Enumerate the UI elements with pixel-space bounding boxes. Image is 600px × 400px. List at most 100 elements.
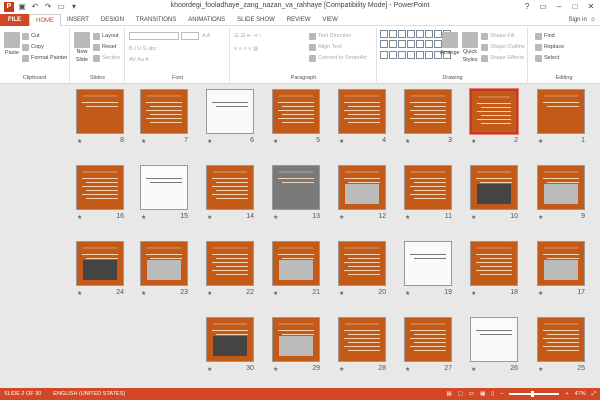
slide-thumbnail[interactable] <box>272 241 320 286</box>
font-style-buttons[interactable]: B I U S abc <box>129 45 157 53</box>
thumb-text-line <box>212 178 248 179</box>
arrange-button[interactable]: Arrange <box>440 32 460 57</box>
zoom-out-icon[interactable]: – <box>500 391 503 397</box>
new-slide-button[interactable]: New Slide <box>74 32 90 64</box>
sign-in-link[interactable]: Sign in <box>569 14 587 26</box>
slide-thumbnail[interactable] <box>76 89 124 134</box>
shape-outline-button[interactable]: Shape Outline <box>481 43 525 51</box>
thumb-image-icon <box>213 336 247 356</box>
sorter-view-icon[interactable]: ▦ <box>480 391 485 397</box>
font-name-box[interactable] <box>129 32 179 40</box>
thumb-title-line <box>345 247 379 249</box>
format-painter-button[interactable]: Format Painter <box>22 54 67 62</box>
slide-thumbnail[interactable] <box>140 165 188 210</box>
tab-design[interactable]: DESIGN <box>95 14 130 26</box>
thumb-title-line <box>213 95 247 97</box>
tab-transitions[interactable]: TRANSITIONS <box>130 14 182 26</box>
slide-thumbnail[interactable] <box>537 89 585 134</box>
zoom-in-icon[interactable]: + <box>565 391 568 397</box>
reading-view-icon[interactable]: ▯ <box>491 391 494 397</box>
font-color-buttons[interactable]: AV Aa A <box>129 56 149 64</box>
convert-smartart-button[interactable]: Convert to SmartArt <box>309 54 367 62</box>
tab-file[interactable]: FILE <box>0 13 29 26</box>
comments-icon[interactable]: ▢ <box>458 391 463 397</box>
help-icon[interactable]: ? <box>520 0 534 13</box>
select-button[interactable]: Select <box>535 54 559 62</box>
ribbon-display-icon[interactable]: ▭ <box>536 0 550 13</box>
tab-slide-show[interactable]: SLIDE SHOW <box>231 14 281 26</box>
slide-thumbnail[interactable] <box>470 165 518 210</box>
fit-window-icon[interactable]: ⤢ <box>592 391 596 398</box>
shape-effects-button[interactable]: Shape Effects <box>481 54 524 62</box>
slide-thumbnail[interactable] <box>76 165 124 210</box>
shape-fill-button[interactable]: Shape Fill <box>481 32 514 40</box>
tab-insert[interactable]: INSERT <box>61 14 95 26</box>
undo-icon[interactable]: ↶ <box>30 2 40 12</box>
thumb-text-line <box>477 103 511 104</box>
slide-thumbnail[interactable] <box>404 89 452 134</box>
slide-number: 14 <box>246 213 254 220</box>
slide-thumbnail[interactable] <box>206 89 254 134</box>
animation-star-icon: ★ <box>77 139 83 145</box>
slide-thumbnail[interactable] <box>272 165 320 210</box>
tab-review[interactable]: REVIEW <box>281 14 317 26</box>
list-buttons[interactable]: ☰ ☰ ⇤ ⇥ ↕ <box>234 32 262 40</box>
slide-thumbnail[interactable] <box>272 317 320 362</box>
zoom-level[interactable]: 47% <box>575 391 586 397</box>
paste-button[interactable]: Paste <box>4 32 20 57</box>
reset-button[interactable]: Reset <box>93 43 116 51</box>
slide-thumbnail[interactable] <box>470 241 518 286</box>
slide-thumbnail[interactable] <box>404 317 452 362</box>
thumb-text-line <box>480 274 512 275</box>
font-grow-shrink[interactable]: A A <box>202 32 210 40</box>
thumb-text-line <box>547 182 579 183</box>
slide-thumbnail[interactable] <box>206 165 254 210</box>
redo-icon[interactable]: ↷ <box>43 2 53 12</box>
replace-button[interactable]: Replace <box>535 43 564 51</box>
slide-thumbnail[interactable] <box>140 89 188 134</box>
slide-thumbnail[interactable] <box>272 89 320 134</box>
slide-number: 19 <box>444 289 452 296</box>
tab-home[interactable]: HOME <box>29 13 61 26</box>
tab-view[interactable]: VIEW <box>317 14 344 26</box>
slide-thumbnail[interactable] <box>338 89 386 134</box>
zoom-slider[interactable] <box>509 391 560 397</box>
font-size-box[interactable] <box>181 32 199 40</box>
notes-icon[interactable]: ▤ <box>446 391 451 397</box>
close-button[interactable]: ✕ <box>584 0 598 13</box>
slide-thumbnail[interactable] <box>470 317 518 362</box>
quick-access-more-icon[interactable]: ▾ <box>69 2 79 12</box>
slide-thumbnail[interactable] <box>537 241 585 286</box>
slide-thumbnail[interactable] <box>206 317 254 362</box>
align-text-button[interactable]: Align Text <box>309 43 342 51</box>
layout-button[interactable]: Layout <box>93 32 119 40</box>
quick-styles-button[interactable]: Quick Styles <box>462 32 478 64</box>
shape-effects-icon <box>481 54 488 62</box>
slide-thumbnail[interactable] <box>404 241 452 286</box>
slide-thumbnail[interactable] <box>206 241 254 286</box>
slide-thumbnail[interactable] <box>469 88 519 135</box>
align-buttons[interactable]: ≡ ≡ ≡ ≡ ▥ <box>234 45 258 53</box>
save-icon[interactable]: ▣ <box>17 2 27 12</box>
minimize-button[interactable]: – <box>552 0 566 13</box>
text-direction-button[interactable]: Text Direction <box>309 32 351 40</box>
slide-thumbnail[interactable] <box>338 241 386 286</box>
slide-thumbnail[interactable] <box>338 317 386 362</box>
thumb-text-line <box>410 330 446 331</box>
find-button[interactable]: Find <box>535 32 555 40</box>
language-indicator[interactable]: ENGLISH (UNITED STATES) <box>53 391 125 397</box>
slide-thumbnail[interactable] <box>537 165 585 210</box>
maximize-button[interactable]: □ <box>568 0 582 13</box>
slide-thumbnail[interactable] <box>338 165 386 210</box>
tab-animations[interactable]: ANIMATIONS <box>182 14 231 26</box>
copy-button[interactable]: Copy <box>22 43 44 51</box>
slide-thumbnail[interactable] <box>140 241 188 286</box>
section-button[interactable]: Section <box>93 54 120 62</box>
thumb-text-line <box>216 258 248 259</box>
normal-view-icon[interactable]: ▭ <box>469 391 474 397</box>
slide-thumbnail[interactable] <box>76 241 124 286</box>
slide-thumbnail[interactable] <box>404 165 452 210</box>
slide-thumbnail[interactable] <box>537 317 585 362</box>
cut-button[interactable]: Cut <box>22 32 40 40</box>
start-slideshow-icon[interactable]: ▭ <box>56 2 66 12</box>
